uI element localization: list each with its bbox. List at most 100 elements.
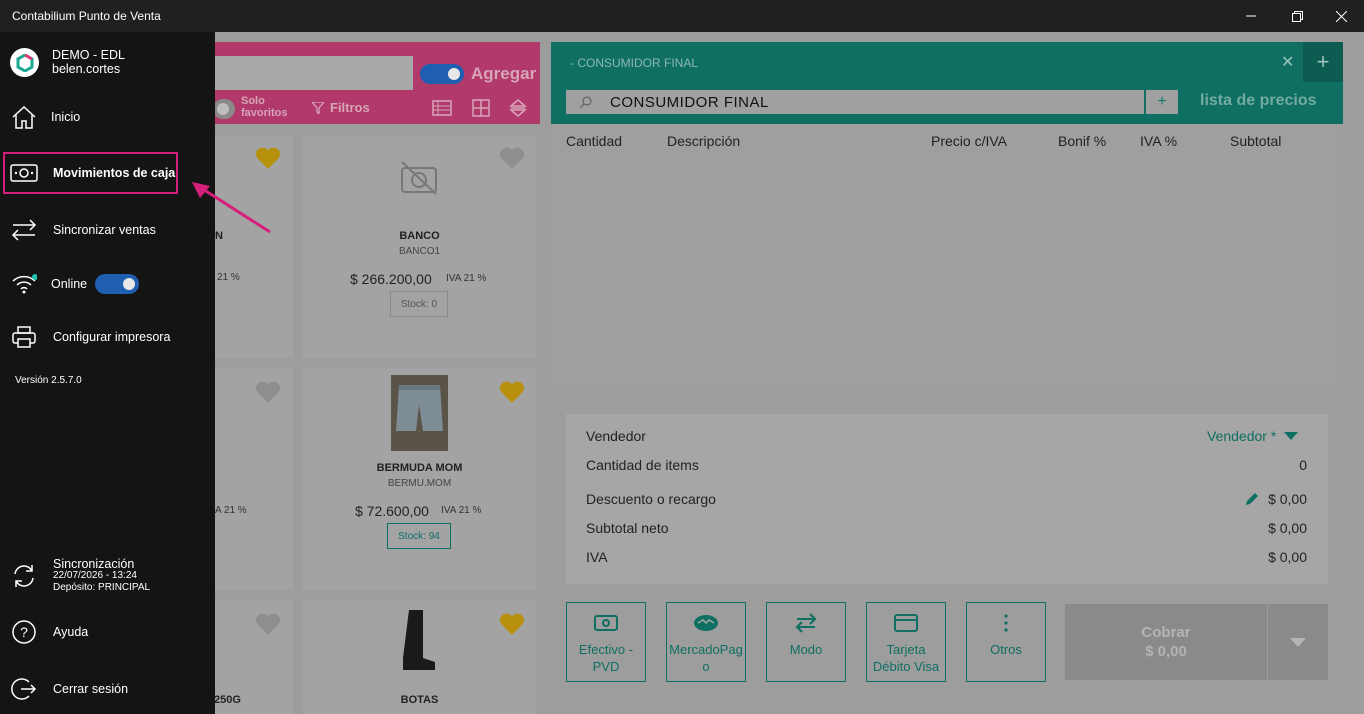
product-name: BOTAS <box>400 694 439 706</box>
add-toggle[interactable] <box>420 64 464 84</box>
add-sale-tab-button[interactable]: + <box>1303 42 1343 82</box>
sidebar-item-sync[interactable]: Sincronización 22/07/2026 - 13:24 Depósi… <box>0 554 215 598</box>
filters-label: Filtros <box>330 100 370 115</box>
chevron-down-icon <box>1284 432 1299 440</box>
sync-deposit: Depósito: PRINCIPAL <box>53 582 151 593</box>
favorites-toggle[interactable] <box>213 99 235 119</box>
product-price: $ 266.200,00 <box>350 271 432 287</box>
product-name: BANCO <box>399 230 440 242</box>
seller-select[interactable]: Vendedor * <box>1207 428 1299 444</box>
product-card[interactable] <box>213 136 293 358</box>
transfer-icon <box>795 613 817 633</box>
product-price: $ 72.600,00 <box>355 503 429 519</box>
highlight-box <box>3 152 178 194</box>
favorite-heart-icon[interactable] <box>499 146 525 170</box>
price-list-button[interactable]: lista de precios <box>1200 92 1317 110</box>
sidebar-item-label: Sincronizar ventas <box>53 223 156 237</box>
payment-mercadopago-button[interactable]: MercadoPag o <box>666 602 746 682</box>
product-image-botas <box>395 608 443 674</box>
sidebar-item-label: Inicio <box>51 110 81 124</box>
customer-input[interactable]: CONSUMIDOR FINAL <box>566 90 1144 114</box>
items-label: Cantidad de items <box>586 457 699 473</box>
account-info: DEMO - EDL belen.cortes <box>52 48 125 76</box>
list-view-icon[interactable] <box>432 98 452 118</box>
product-iva: 21 % <box>217 272 240 283</box>
help-icon: ? <box>10 618 38 646</box>
charge-options-button[interactable] <box>1268 604 1328 680</box>
favorite-heart-icon[interactable] <box>255 380 281 404</box>
close-tab-icon[interactable]: ✕ <box>1281 52 1294 72</box>
product-iva: A 21 % <box>215 505 247 516</box>
cash-icon <box>594 615 618 631</box>
sidebar-item-printer[interactable]: Configurar impresora <box>0 322 215 352</box>
items-value: 0 <box>1299 457 1307 473</box>
sale-lines-area <box>551 124 1343 390</box>
card-icon <box>894 614 918 632</box>
home-icon <box>10 103 38 131</box>
charge-label: Cobrar <box>1141 624 1191 641</box>
payment-label: Tarjeta Débito Visa <box>872 642 940 674</box>
no-image-icon <box>401 161 437 195</box>
stock-badge: Stock: 0 <box>390 291 448 317</box>
subtotal-label: Subtotal neto <box>586 520 669 536</box>
column-header: IVA % <box>1140 133 1178 149</box>
favorite-heart-icon[interactable] <box>499 612 525 636</box>
sidebar-item-sync-sales[interactable]: Sincronizar ventas <box>0 215 215 245</box>
printer-icon <box>10 323 38 351</box>
product-card[interactable] <box>213 368 293 590</box>
product-search-input[interactable] <box>213 56 413 90</box>
sidebar-item-label: Online <box>51 277 88 291</box>
product-code: BERMU.MOM <box>387 478 452 489</box>
company-name: DEMO - EDL <box>52 48 125 62</box>
title-bar: Contabilium Punto de Venta <box>0 0 1364 32</box>
favorite-heart-icon[interactable] <box>255 146 281 170</box>
sync-title: Sincronización <box>53 557 135 571</box>
product-name: 250G <box>214 694 241 706</box>
column-header: Precio c/IVA <box>931 133 1007 149</box>
sidebar-item-help[interactable]: ? Ayuda <box>0 617 215 647</box>
iva-label: IVA <box>586 549 608 565</box>
logout-icon <box>10 675 38 703</box>
minimize-button[interactable] <box>1228 0 1274 32</box>
discount-label: Descuento o recargo <box>586 491 716 507</box>
payment-card-button[interactable]: Tarjeta Débito Visa <box>866 602 946 682</box>
maximize-button[interactable] <box>1274 0 1320 32</box>
product-iva: IVA 21 % <box>446 273 487 284</box>
annotation-arrow-icon <box>192 182 271 234</box>
wifi-icon <box>10 270 38 298</box>
close-button[interactable] <box>1318 0 1364 32</box>
subtotal-value: $ 0,00 <box>1268 520 1307 536</box>
payment-label: Modo <box>789 642 823 657</box>
column-header: Cantidad <box>566 133 623 149</box>
payment-modo-button[interactable]: Modo <box>766 602 846 682</box>
grid-view-icon[interactable] <box>471 98 491 118</box>
favorite-heart-icon[interactable] <box>499 380 525 404</box>
customer-tab-label[interactable]: - CONSUMIDOR FINAL <box>570 56 698 70</box>
filters-button[interactable]: Filtros <box>312 100 370 115</box>
restore-icon <box>1291 10 1303 22</box>
close-icon <box>1335 10 1347 22</box>
customer-name: CONSUMIDOR FINAL <box>610 93 769 111</box>
filter-icon <box>312 101 324 114</box>
payment-cash-button[interactable]: Efectivo - PVD <box>566 602 646 682</box>
favorite-heart-icon[interactable] <box>255 612 281 636</box>
add-customer-button[interactable]: + <box>1146 90 1178 114</box>
payment-label: Efectivo - PVD <box>578 642 634 674</box>
product-name: BERMUDA MOM <box>376 462 463 474</box>
sync-datetime: 22/07/2026 - 13:24 <box>53 570 137 581</box>
stock-badge: Stock: 94 <box>387 523 451 549</box>
handshake-icon <box>694 615 718 631</box>
sidebar-item-label: Ayuda <box>53 625 89 639</box>
payment-label: MercadoPag o <box>669 642 743 674</box>
favorites-label: Solo favoritos <box>241 95 288 119</box>
online-toggle[interactable] <box>95 274 140 294</box>
version-text: Versión 2.5.7.0 <box>15 375 82 386</box>
column-header: Descripción <box>667 133 741 149</box>
sort-icon[interactable] <box>508 98 528 118</box>
sidebar-item-logout[interactable]: Cerrar sesión <box>0 674 215 704</box>
add-label[interactable]: Agregar <box>471 64 536 84</box>
discount-value: $ 0,00 <box>1268 491 1307 507</box>
payment-other-button[interactable]: Otros <box>966 602 1046 682</box>
sidebar-item-inicio[interactable]: Inicio <box>0 102 215 132</box>
charge-button[interactable]: Cobrar $ 0,00 <box>1065 604 1267 680</box>
